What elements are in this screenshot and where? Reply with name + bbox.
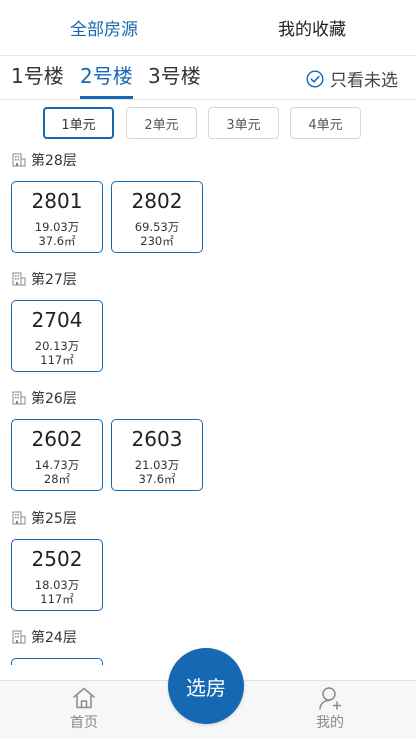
floor-list[interactable]: 第28层 2801 19.03万 37.6㎡ 2802 69.53万 230㎡ …: [0, 145, 416, 665]
top-tab-bar: 全部房源 我的收藏: [0, 0, 416, 56]
tab-all-listings[interactable]: 全部房源: [0, 0, 208, 55]
floor-label: 第25层: [31, 511, 77, 527]
floor-header-27: 第27层: [11, 269, 77, 289]
tab-favorites-label: 我的收藏: [278, 20, 346, 40]
room-card-2603[interactable]: 2603 21.03万 37.6㎡: [111, 419, 203, 491]
unit-tab-label: 3单元: [226, 117, 261, 133]
room-card-2602[interactable]: 2602 14.73万 28㎡: [11, 419, 103, 491]
only-unselected-label: 只看未选: [330, 71, 398, 91]
room-area: 117㎡: [40, 592, 74, 606]
building-icon: [12, 391, 26, 405]
building-tab-bar: 1号楼 2号楼 3号楼 只看未选: [0, 56, 416, 100]
room-number: 2602: [31, 427, 83, 451]
room-card-2802[interactable]: 2802 69.53万 230㎡: [111, 181, 203, 253]
floor-header-26: 第26层: [11, 388, 77, 408]
room-price: 20.13万: [34, 339, 80, 353]
room-price: 18.03万: [34, 578, 80, 592]
room-price: 69.53万: [134, 220, 180, 234]
unit-tab-2[interactable]: 2单元: [126, 107, 197, 139]
room-price: 21.03万: [134, 458, 180, 472]
building-tab-3[interactable]: 3号楼: [148, 62, 201, 90]
unit-tab-label: 1单元: [61, 117, 96, 133]
room-selection-screen: 全部房源 我的收藏 1号楼 2号楼 3号楼 只看未选 1单元 2单元 3单元 4…: [0, 0, 416, 739]
room-number: 2801: [31, 189, 83, 213]
select-room-button[interactable]: 选房: [168, 648, 244, 724]
room-area: 28㎡: [43, 472, 71, 486]
building-icon: [12, 511, 26, 525]
room-area: 117㎡: [40, 353, 74, 367]
room-card-2502[interactable]: 2502 18.03万 117㎡: [11, 539, 103, 611]
room-price: 19.03万: [34, 220, 80, 234]
room-card-2801[interactable]: 2801 19.03万 37.6㎡: [11, 181, 103, 253]
room-number: 2704: [31, 308, 83, 332]
room-number: 2802: [131, 189, 183, 213]
room-number: 2603: [131, 427, 183, 451]
nav-mine-label: 我的: [316, 715, 344, 731]
room-area: 230㎡: [140, 234, 174, 248]
nav-mine[interactable]: 我的: [300, 685, 360, 732]
floor-label: 第24层: [31, 630, 77, 646]
nav-home[interactable]: 首页: [54, 685, 114, 732]
room-area: 37.6㎡: [38, 234, 76, 248]
building-tab-2[interactable]: 2号楼: [80, 62, 133, 99]
check-circle-icon: [306, 69, 324, 88]
room-number: 2502: [31, 547, 83, 571]
building-tab-1[interactable]: 1号楼: [11, 62, 64, 90]
room-card-partial[interactable]: [11, 658, 103, 665]
unit-tab-label: 2单元: [144, 117, 179, 133]
floor-header-24: 第24层: [11, 627, 77, 647]
floor-label: 第26层: [31, 391, 77, 407]
building-tab-label: 3号楼: [148, 64, 201, 88]
only-unselected-toggle[interactable]: 只看未选: [306, 66, 398, 91]
room-area: 37.6㎡: [138, 472, 176, 486]
tab-favorites[interactable]: 我的收藏: [208, 0, 416, 55]
floor-header-28: 第28层: [11, 150, 77, 170]
building-tab-label: 1号楼: [11, 64, 64, 88]
floor-header-25: 第25层: [11, 508, 77, 528]
nav-home-label: 首页: [70, 715, 98, 731]
building-icon: [12, 153, 26, 167]
room-card-2704[interactable]: 2704 20.13万 117㎡: [11, 300, 103, 372]
floor-label: 第27层: [31, 272, 77, 288]
home-icon: [73, 687, 95, 709]
unit-tab-label: 4单元: [308, 117, 343, 133]
tab-all-listings-label: 全部房源: [70, 20, 138, 40]
active-tab-indicator: [80, 96, 133, 99]
user-add-icon: [319, 687, 342, 710]
building-tab-label: 2号楼: [80, 64, 133, 88]
unit-tab-3[interactable]: 3单元: [208, 107, 279, 139]
floor-label: 第28层: [31, 153, 77, 169]
building-icon: [12, 630, 26, 644]
room-price: 14.73万: [34, 458, 80, 472]
building-icon: [12, 272, 26, 286]
select-room-label: 选房: [186, 675, 226, 700]
unit-tab-4[interactable]: 4单元: [290, 107, 361, 139]
unit-tab-1[interactable]: 1单元: [43, 107, 114, 139]
